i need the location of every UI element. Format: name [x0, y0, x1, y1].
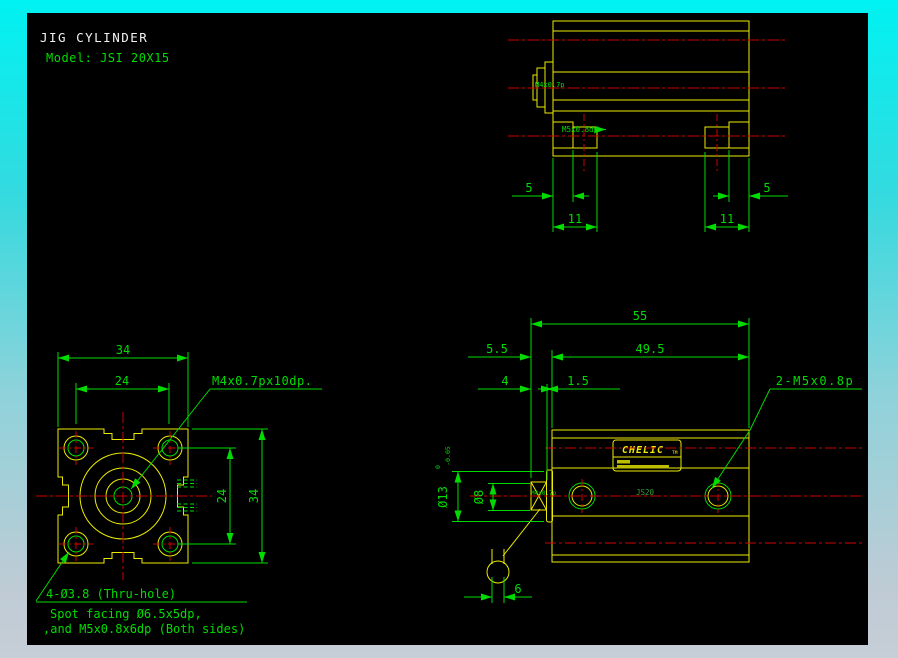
dim-11-right: 11 — [720, 212, 734, 226]
dim-55: 55 — [633, 309, 647, 323]
cad-drawing: JIG CYLINDER Model: JSI 20X15 M4x0.7p M5… — [27, 13, 868, 645]
body-marking: JS20 — [636, 488, 655, 497]
dim-11-left: 11 — [568, 212, 582, 226]
nameplate-brand: CHELIC — [622, 445, 664, 456]
dim-4: 4 — [501, 374, 508, 388]
note-both-sides: ,and M5x0.8x6dp (Both sides) — [43, 622, 245, 636]
dim-24-top: 24 — [115, 374, 129, 388]
note-spot-facing: Spot facing Ø6.5x5dp, — [50, 607, 202, 621]
dim-49-5: 49.5 — [636, 342, 665, 356]
nameplate-tm: TM — [672, 450, 678, 456]
dim-5-5: 5.5 — [486, 342, 508, 356]
note-thru-hole: 4-Ø3.8 (Thru-hole) — [46, 587, 176, 601]
dim-dia13-tol-lower: -0.05 — [444, 446, 452, 466]
dim-dia13-tol-upper: 0 — [434, 465, 442, 469]
dim-5-right: 5 — [763, 181, 770, 195]
dim-dia8: Ø8 — [472, 490, 486, 504]
dim-34-top: 34 — [116, 343, 130, 357]
drawing-canvas — [27, 13, 868, 645]
dim-1-5: 1.5 — [567, 374, 589, 388]
model-label: Model: JSI 20X15 — [46, 51, 170, 65]
dim-24-right: 24 — [215, 489, 229, 503]
dim-34-right: 34 — [247, 489, 261, 503]
nameplate-fineprint-line1 — [617, 460, 630, 464]
rod-thread-label-side: M4x0.7p — [531, 490, 557, 497]
rod-thread-label: M4x0.7p — [535, 81, 565, 89]
dim-dia13: Ø13 — [436, 486, 450, 508]
page-title: JIG CYLINDER — [40, 30, 148, 45]
mount-thread-label: M5x0.8dp — [562, 125, 599, 134]
nameplate-fineprint-line2 — [617, 465, 669, 469]
dim-6: 6 — [514, 582, 521, 596]
center-thread-label: M4x0.7px10dp. — [212, 374, 312, 388]
ports-label: 2-M5x0.8p — [776, 374, 855, 388]
dim-5-left: 5 — [525, 181, 532, 195]
